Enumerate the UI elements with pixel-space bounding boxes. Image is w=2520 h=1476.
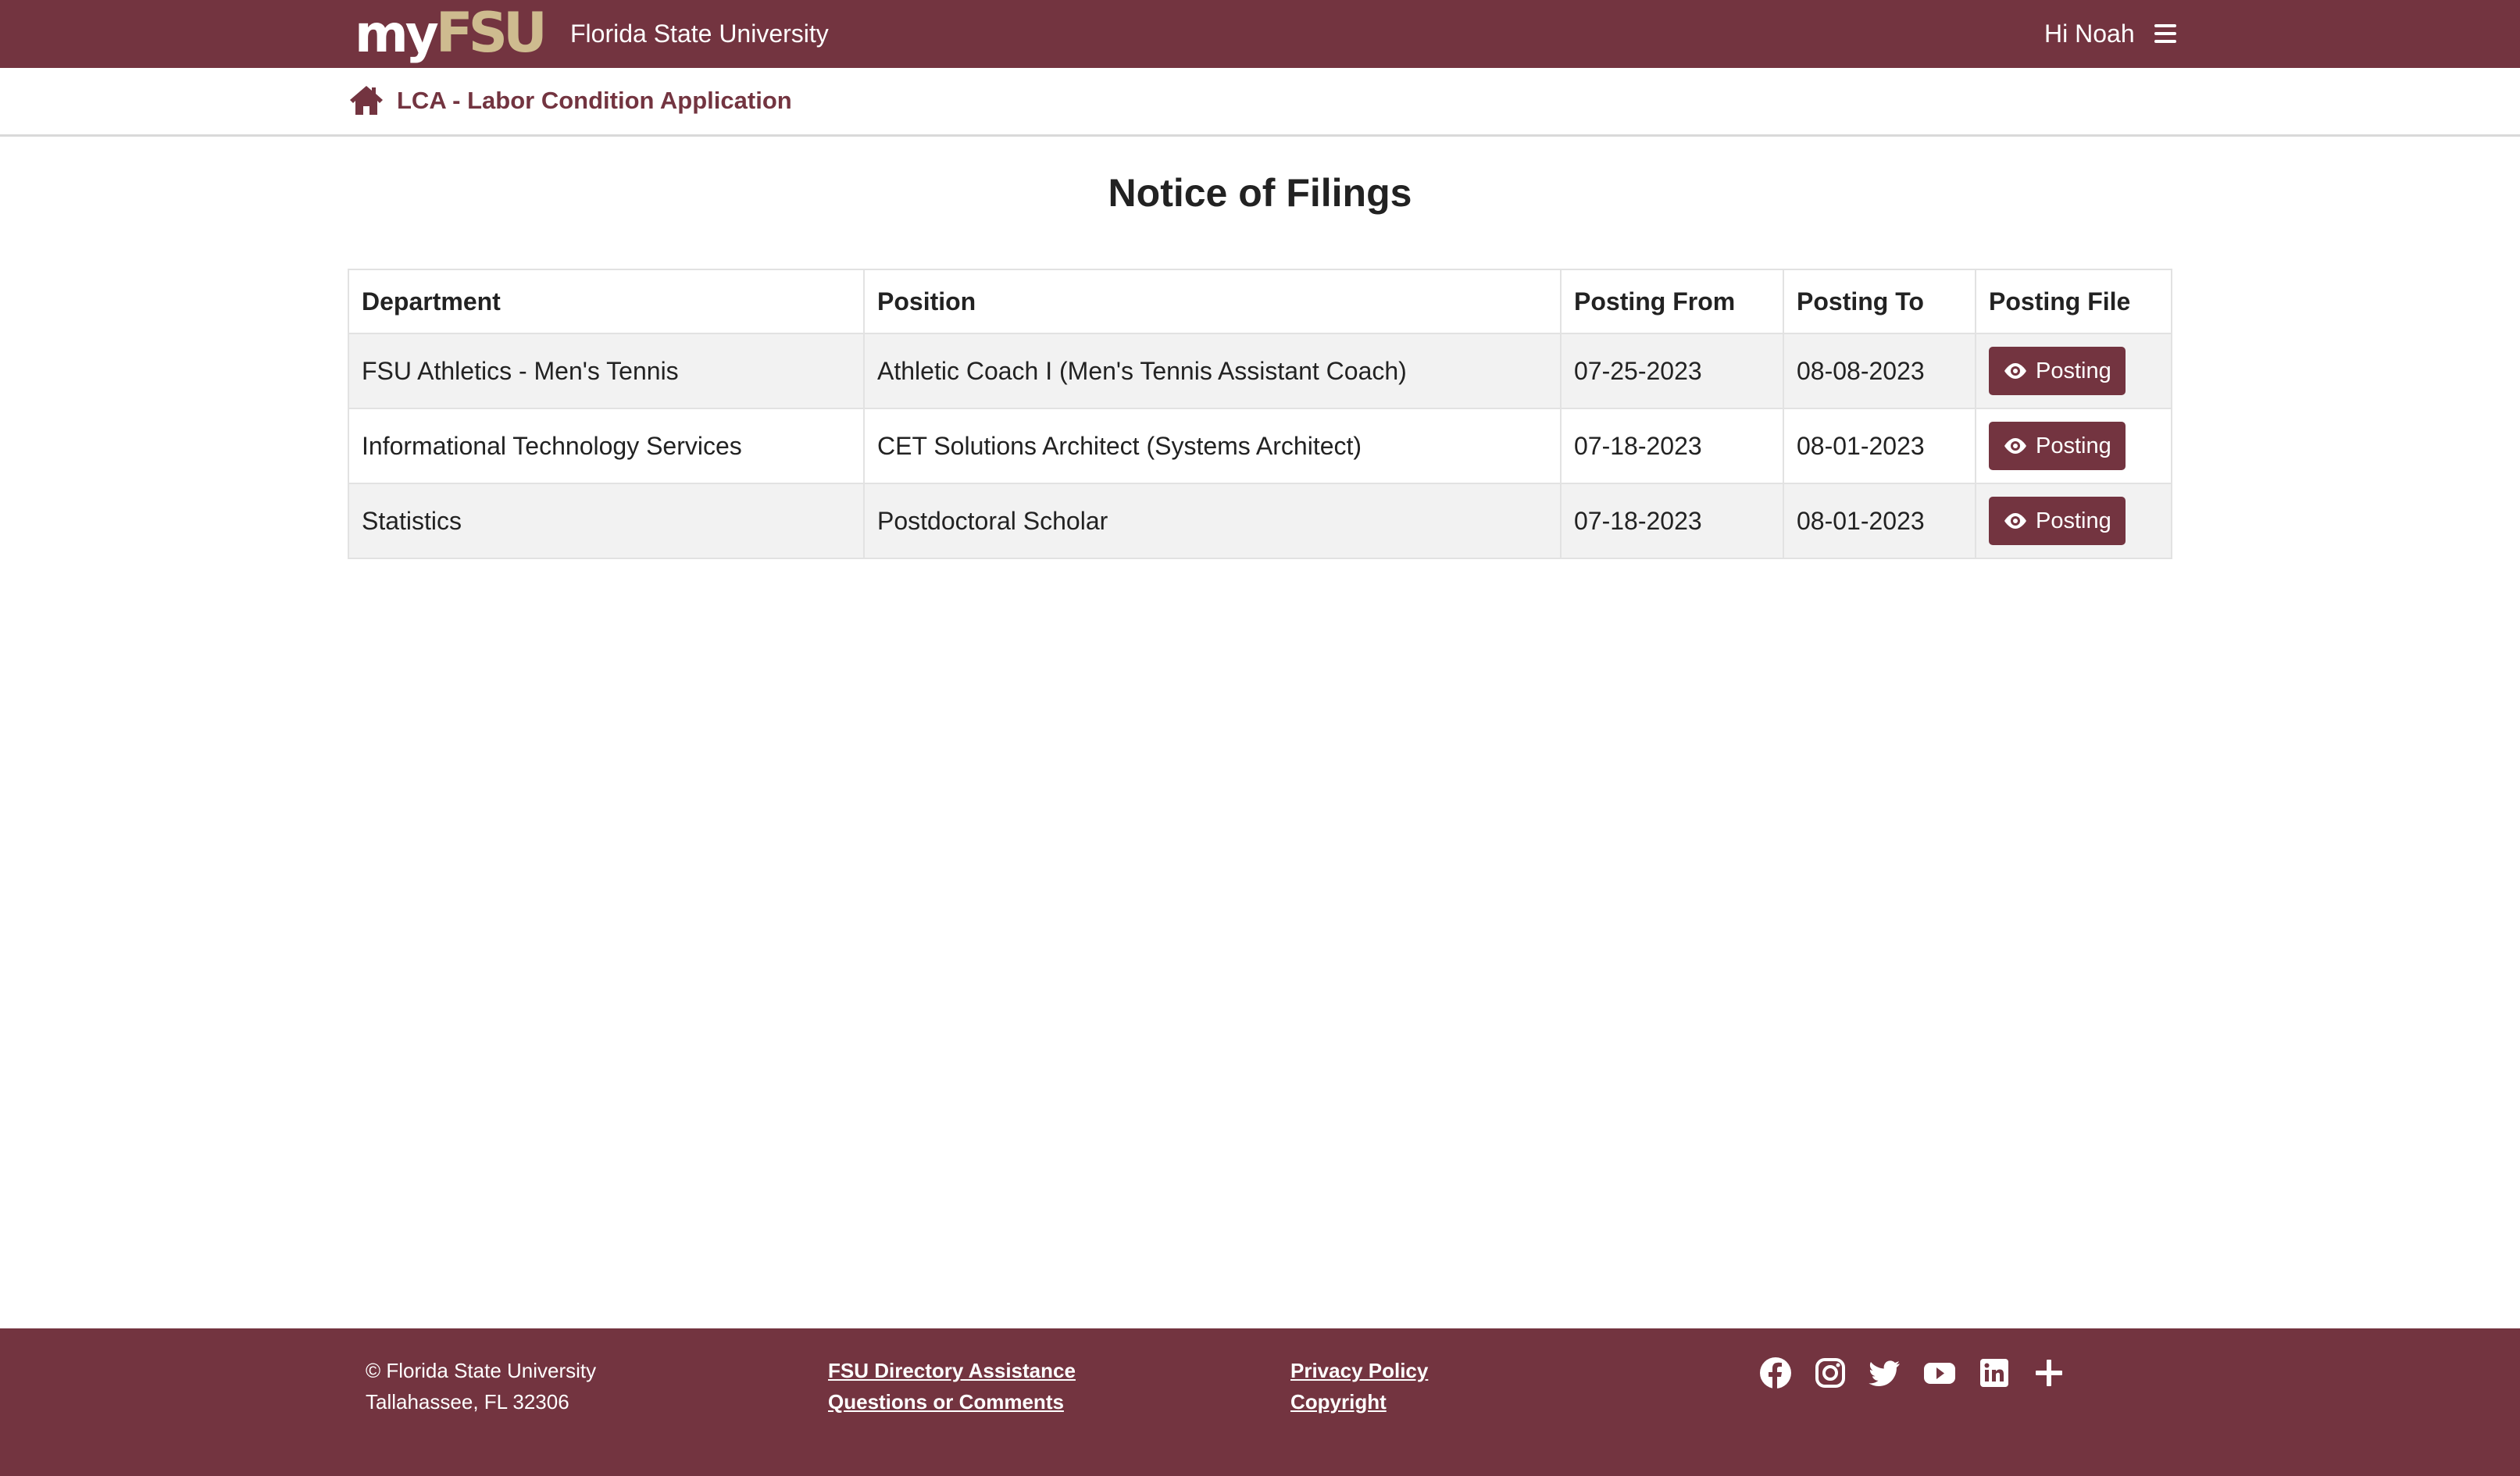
header-department: Department [348, 269, 865, 334]
header-posting-from: Posting From [1560, 269, 1784, 334]
logo-my-text: my [355, 4, 439, 64]
header-posting-file: Posting File [1975, 269, 2172, 334]
twitter-icon[interactable] [1869, 1357, 1901, 1389]
view-posting-button[interactable]: Posting [1989, 422, 2126, 470]
footer-copyright: © Florida State University [366, 1359, 597, 1382]
cell-posting-to: 08-08-2023 [1783, 333, 1976, 409]
home-icon[interactable] [348, 84, 384, 116]
cell-posting-from: 07-18-2023 [1560, 483, 1784, 559]
user-greeting[interactable]: Hi Noah [2044, 16, 2135, 51]
cell-position: CET Solutions Architect (Systems Archite… [863, 408, 1562, 484]
social-links [1759, 1357, 2065, 1389]
footer-links-col2: Privacy Policy Copyright [1290, 1355, 1428, 1417]
linkedin-icon[interactable] [1978, 1357, 2011, 1389]
page-title: Notice of Filings [1108, 171, 1412, 215]
cell-department: Statistics [348, 483, 865, 559]
eye-icon [2004, 513, 2026, 529]
table-row: FSU Athletics - Men's Tennis Athletic Co… [348, 333, 2172, 409]
app-breadcrumb-bar: LCA - Labor Condition Application [0, 68, 2520, 137]
view-posting-button[interactable]: Posting [1989, 497, 2126, 545]
filings-table: Department Position Posting From Posting… [348, 269, 2172, 559]
cell-department: FSU Athletics - Men's Tennis [348, 333, 865, 409]
app-title-link[interactable]: LCA - Labor Condition Application [397, 85, 792, 116]
facebook-icon[interactable] [1759, 1357, 1792, 1389]
table-row: Informational Technology Services CET So… [348, 408, 2172, 484]
site-footer: © Florida State University Tallahassee, … [0, 1328, 2520, 1476]
cell-posting-from: 07-25-2023 [1560, 333, 1784, 409]
myfsu-logo[interactable]: my FSU [355, 1, 548, 65]
top-navbar: my FSU Florida State University Hi Noah [0, 0, 2520, 68]
eye-icon [2004, 438, 2026, 454]
youtube-icon[interactable] [1923, 1357, 1956, 1389]
posting-button-label: Posting [2036, 508, 2111, 533]
directory-assistance-link[interactable]: FSU Directory Assistance [828, 1355, 1076, 1386]
footer-address: Tallahassee, FL 32306 [366, 1390, 569, 1414]
eye-icon [2004, 363, 2026, 379]
cell-posting-file: Posting [1975, 483, 2172, 559]
cell-position: Postdoctoral Scholar [863, 483, 1562, 559]
privacy-policy-link[interactable]: Privacy Policy [1290, 1355, 1428, 1386]
posting-button-label: Posting [2036, 433, 2111, 458]
header-posting-to: Posting To [1783, 269, 1976, 334]
logo-fsu-text: FSU [435, 1, 548, 65]
footer-links-col1: FSU Directory Assistance Questions or Co… [828, 1355, 1076, 1417]
university-name: Florida State University [570, 20, 829, 48]
instagram-icon[interactable] [1814, 1357, 1847, 1389]
hamburger-menu-icon[interactable] [2154, 23, 2176, 44]
cell-department: Informational Technology Services [348, 408, 865, 484]
questions-comments-link[interactable]: Questions or Comments [828, 1386, 1076, 1417]
cell-posting-to: 08-01-2023 [1783, 483, 1976, 559]
table-header-row: Department Position Posting From Posting… [348, 269, 2172, 334]
cell-posting-to: 08-01-2023 [1783, 408, 1976, 484]
cell-posting-file: Posting [1975, 333, 2172, 409]
copyright-link[interactable]: Copyright [1290, 1386, 1428, 1417]
footer-address-block: © Florida State University Tallahassee, … [366, 1355, 596, 1417]
table-row: Statistics Postdoctoral Scholar 07-18-20… [348, 483, 2172, 559]
plus-icon[interactable] [2033, 1357, 2065, 1389]
cell-posting-from: 07-18-2023 [1560, 408, 1784, 484]
posting-button-label: Posting [2036, 358, 2111, 383]
cell-posting-file: Posting [1975, 408, 2172, 484]
header-position: Position [863, 269, 1562, 334]
view-posting-button[interactable]: Posting [1989, 347, 2126, 395]
cell-position: Athletic Coach I (Men's Tennis Assistant… [863, 333, 1562, 409]
